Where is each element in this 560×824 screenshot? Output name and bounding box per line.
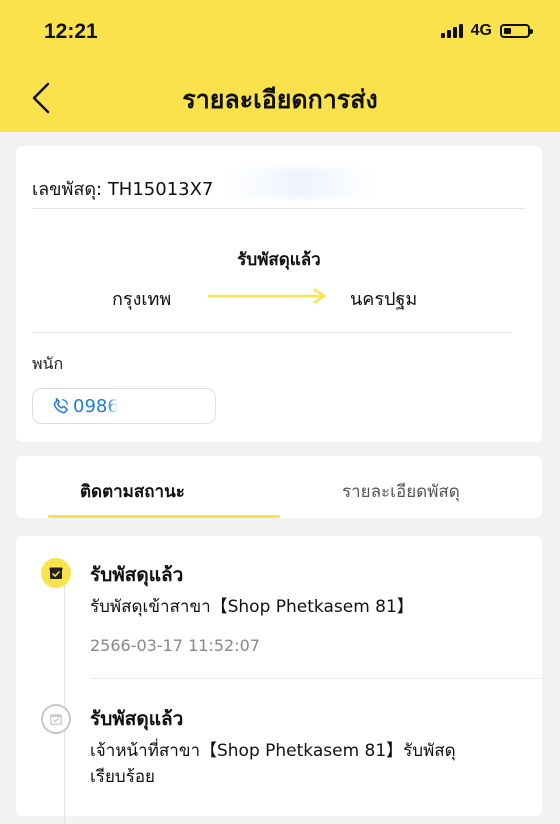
divider: [90, 678, 542, 679]
detail-tabs: ติดตามสถานะ รายละเอียดพัสดุ: [16, 456, 542, 518]
tracking-timeline: รับพัสดุแล้ว รับพัสดุเข้าสาขา【Shop Phetk…: [16, 536, 542, 824]
shipment-card: เลขพัสดุ: TH15013X7 รับพัสดุแล้ว กรุงเทพ…: [16, 146, 542, 442]
timeline-dot-past: [41, 704, 71, 734]
timeline-event-description: รับพัสดุเข้าสาขา【Shop Phetkasem 81】: [90, 597, 414, 617]
page-title: รายละเอียดการส่ง: [182, 85, 378, 114]
timeline-event-title: รับพัสดุแล้ว: [90, 708, 184, 730]
origin-city: กรุงเทพ: [112, 289, 172, 310]
network-type: 4G: [470, 22, 492, 39]
tab-parcel-details[interactable]: รายละเอียดพัสดุ: [342, 478, 460, 505]
battery-icon: [500, 24, 533, 38]
redaction-blur: [226, 168, 376, 198]
active-tab-indicator: [48, 515, 280, 518]
redaction-blur: [66, 346, 266, 372]
divider: [32, 332, 512, 333]
box-icon: [49, 567, 63, 579]
header-bar: 12:21 4G รายละเอียดการส่ง: [0, 0, 560, 132]
box-check-icon: [50, 714, 62, 725]
signal-icon: [440, 24, 463, 38]
timeline-event-title: รับพัสดุแล้ว: [90, 564, 184, 586]
status-time: 12:21: [44, 20, 98, 43]
divider: [32, 208, 526, 209]
timeline-event-time: 2566-03-17 11:52:07: [90, 636, 260, 655]
phone-icon: [53, 397, 68, 414]
redaction-blur: [112, 392, 212, 420]
timeline-dot-current: [41, 558, 71, 588]
shipment-status: รับพัสดุแล้ว: [237, 250, 321, 270]
timeline-line: [64, 584, 65, 824]
timeline-event-description: เจ้าหน้าที่สาขา【Shop Phetkasem 81】รับพัส…: [90, 741, 456, 787]
destination-city: นครปฐม: [350, 289, 418, 310]
tracking-number[interactable]: เลขพัสดุ: TH15013X7: [32, 174, 213, 203]
tab-tracking-status[interactable]: ติดตามสถานะ: [80, 478, 185, 505]
route-arrow-icon: [208, 287, 327, 305]
status-indicators: 4G: [440, 22, 533, 40]
courier-label: พนัก: [32, 354, 64, 373]
